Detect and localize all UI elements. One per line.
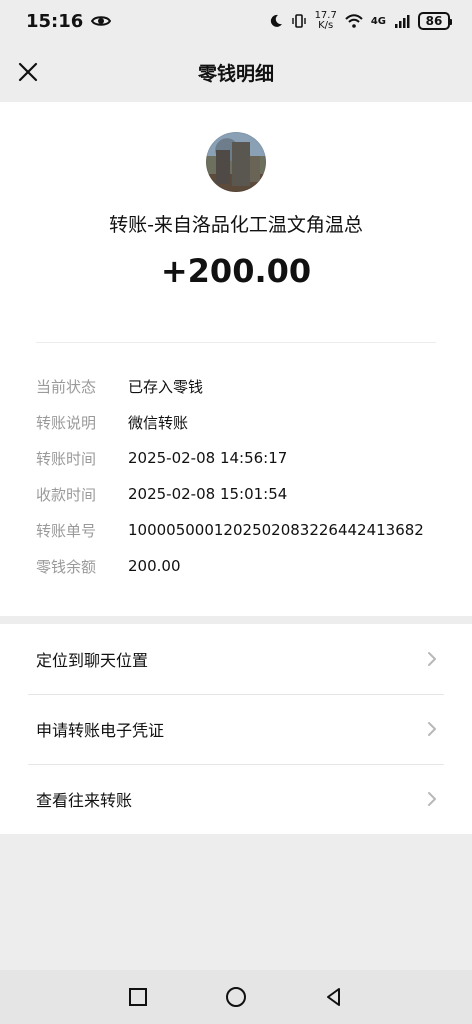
home-button[interactable] xyxy=(222,983,250,1011)
vibrate-icon xyxy=(291,14,306,28)
moon-icon xyxy=(270,14,282,27)
chevron-right-icon xyxy=(428,792,436,806)
info-label: 收款时间 xyxy=(36,485,97,504)
request-electronic-voucher-item[interactable]: 申请转账电子凭证 xyxy=(0,694,472,764)
circle-icon xyxy=(226,987,246,1007)
action-list: 定位到聊天位置 申请转账电子凭证 查看往来转账 xyxy=(0,624,472,834)
info-value: 2025-02-08 15:01:54 xyxy=(128,485,288,503)
avatar[interactable] xyxy=(206,132,266,192)
info-label: 转账时间 xyxy=(36,449,97,468)
action-label: 申请转账电子凭证 xyxy=(36,721,165,740)
info-label: 转账单号 xyxy=(36,521,97,540)
info-value: 已存入零钱 xyxy=(128,377,204,396)
info-label: 转账说明 xyxy=(36,413,97,432)
info-row-transfer-number: 转账单号 10000500012025020832264424136​82 xyxy=(36,512,446,548)
recent-apps-button[interactable] xyxy=(124,983,152,1011)
network-speed: 17.7 K/s xyxy=(315,11,337,31)
info-value: 2025-02-08 14:56:17 xyxy=(128,449,288,467)
eye-icon xyxy=(91,16,112,26)
network-type: 4G xyxy=(370,15,386,27)
square-icon xyxy=(129,988,147,1006)
payer-title: 转账-来自洛品化工温文角温总 xyxy=(109,214,363,236)
info-label: 零钱余额 xyxy=(36,557,97,576)
info-value[interactable]: 10000500012025020832264424136​82 xyxy=(128,521,424,539)
info-row-received-time: 收款时间 2025-02-08 15:01:54 xyxy=(36,476,446,512)
network-speed-unit: K/s xyxy=(318,20,334,31)
info-row-transfer-time: 转账时间 2025-02-08 14:56:17 xyxy=(36,440,446,476)
chevron-right-icon xyxy=(428,722,436,736)
info-label: 当前状态 xyxy=(36,377,97,396)
transfer-amount: +200.00 xyxy=(160,252,312,290)
info-value: 200.00 xyxy=(128,557,181,575)
battery-indicator: 86 xyxy=(418,12,452,30)
action-label: 定位到聊天位置 xyxy=(36,651,149,670)
locate-chat-position-item[interactable]: 定位到聊天位置 xyxy=(0,624,472,694)
triangle-back-icon xyxy=(327,988,340,1006)
info-value: 微信转账 xyxy=(128,413,189,432)
status-left: 15:16 xyxy=(26,10,112,32)
info-row-status: 当前状态 已存入零钱 xyxy=(36,368,446,404)
info-list: 当前状态 已存入零钱 转账说明 微信转账 转账时间 2025-02-08 14:… xyxy=(36,368,446,584)
page-title: 零钱明细 xyxy=(197,62,274,85)
battery-level: 86 xyxy=(425,14,443,28)
transfer-detail-card: 转账-来自洛品化工温文角温总 +200.00 当前状态 已存入零钱 转账说明 微… xyxy=(0,102,472,616)
header: 零钱明细 xyxy=(0,42,472,102)
wifi-icon xyxy=(345,14,363,28)
status-time: 15:16 xyxy=(26,10,84,32)
info-row-balance: 零钱余额 200.00 xyxy=(36,548,446,584)
close-icon xyxy=(18,62,38,82)
back-button[interactable] xyxy=(320,983,348,1011)
status-right: 17.7 K/s 4G 86 xyxy=(269,11,452,31)
signal-icon xyxy=(395,15,410,28)
action-label: 查看往来转账 xyxy=(36,791,133,810)
divider xyxy=(36,342,436,343)
system-navigation-bar xyxy=(0,970,472,1024)
info-row-description: 转账说明 微信转账 xyxy=(36,404,446,440)
close-button[interactable] xyxy=(12,56,44,88)
chevron-right-icon xyxy=(428,652,436,666)
status-bar: 15:16 17.7 K/s 4G 86 xyxy=(0,0,472,42)
view-transfer-history-item[interactable]: 查看往来转账 xyxy=(0,764,472,834)
